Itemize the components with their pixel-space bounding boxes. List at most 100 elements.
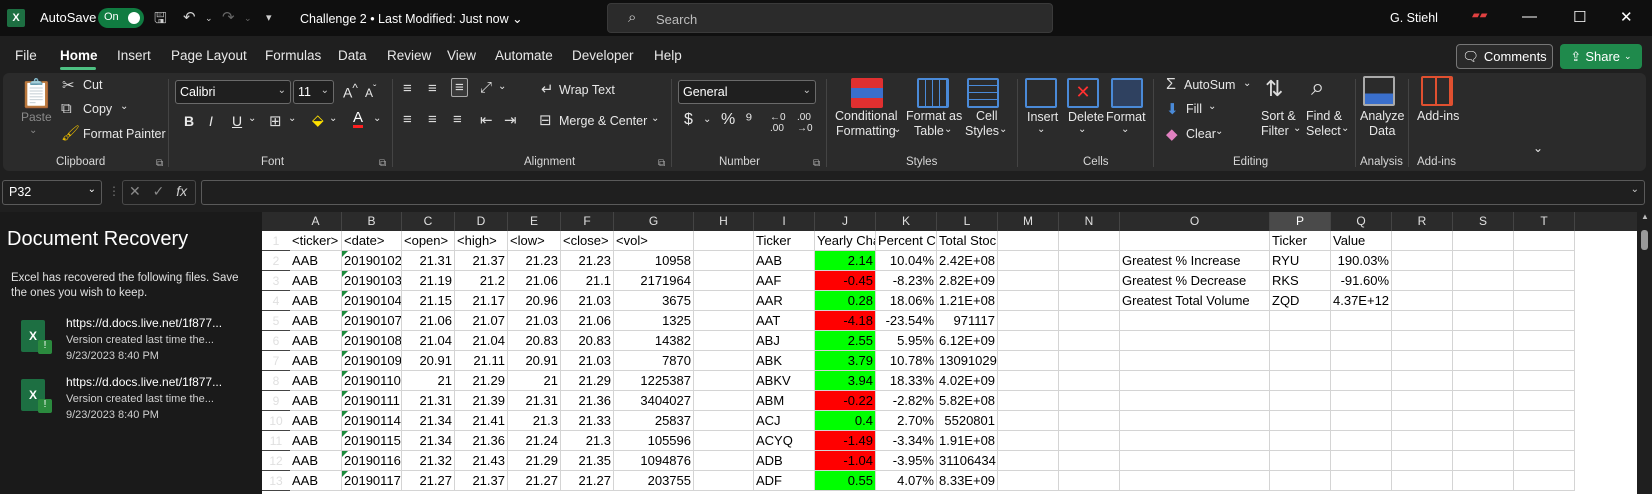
empty-cell[interactable]: [1453, 331, 1514, 351]
tab-page-layout[interactable]: Page Layout: [171, 48, 247, 63]
cell[interactable]: 3.94: [815, 371, 876, 391]
empty-cell[interactable]: [694, 371, 754, 391]
format-cells-button[interactable]: Format: [1106, 110, 1146, 124]
empty-cell[interactable]: [1514, 371, 1575, 391]
cell[interactable]: AAB: [290, 391, 342, 411]
empty-cell[interactable]: [1270, 351, 1331, 371]
cell[interactable]: AAB: [290, 331, 342, 351]
insert-cells-button[interactable]: Insert: [1027, 110, 1058, 124]
cell[interactable]: 1094876: [614, 451, 694, 471]
empty-cell[interactable]: [1514, 271, 1575, 291]
cell[interactable]: 21.32: [402, 451, 455, 471]
empty-cell[interactable]: [694, 251, 754, 271]
decrease-font-icon[interactable]: Aˇ: [365, 84, 376, 100]
number-format-select[interactable]: General ⌄: [678, 80, 816, 104]
cell[interactable]: AAB: [290, 311, 342, 331]
empty-cell[interactable]: [1514, 451, 1575, 471]
bold-icon[interactable]: B: [184, 113, 194, 129]
cell[interactable]: 3404027: [614, 391, 694, 411]
cell[interactable]: 21.27: [508, 471, 561, 491]
cell[interactable]: 21.31: [402, 391, 455, 411]
empty-cell[interactable]: [1059, 311, 1120, 331]
cell[interactable]: ABJ: [754, 331, 815, 351]
cell[interactable]: 21.31: [402, 251, 455, 271]
cell[interactable]: 5.95%: [876, 331, 937, 351]
search-input[interactable]: Search: [656, 12, 697, 27]
insert-function-icon[interactable]: fx: [176, 183, 187, 199]
cell[interactable]: <vol>: [614, 231, 694, 251]
empty-cell[interactable]: [694, 431, 754, 451]
empty-cell[interactable]: [1453, 431, 1514, 451]
cell[interactable]: 1.21E+08: [937, 291, 998, 311]
align-left-icon[interactable]: ≡: [403, 111, 412, 128]
expand-formula-icon[interactable]: ⌄: [1631, 184, 1639, 195]
decrease-indent-icon[interactable]: ⇤: [480, 111, 493, 129]
avatar[interactable]: ▰▰: [1472, 10, 1494, 24]
cell[interactable]: 21.37: [455, 471, 508, 491]
empty-cell[interactable]: [998, 391, 1059, 411]
orientation-dropdown-icon[interactable]: ⌄: [498, 81, 506, 92]
cell[interactable]: Percent Ch: [876, 231, 937, 251]
cell[interactable]: 21.04: [402, 331, 455, 351]
cell[interactable]: ADF: [754, 471, 815, 491]
empty-cell[interactable]: [1270, 311, 1331, 331]
cell[interactable]: 20190104: [342, 291, 402, 311]
empty-cell[interactable]: [1392, 331, 1453, 351]
cell[interactable]: 5520801: [937, 411, 998, 431]
cell[interactable]: Value: [1331, 231, 1392, 251]
empty-cell[interactable]: [1059, 471, 1120, 491]
column-header-c[interactable]: C: [402, 212, 455, 231]
add-ins-button[interactable]: Add-ins: [1417, 109, 1459, 123]
cell[interactable]: 21.1: [561, 271, 614, 291]
font-size-select[interactable]: 11 ⌄: [293, 80, 334, 104]
empty-cell[interactable]: [694, 391, 754, 411]
align-middle-icon[interactable]: ≡: [428, 80, 437, 97]
format-as-table-sub-label[interactable]: Table: [914, 124, 944, 138]
empty-cell[interactable]: [1514, 331, 1575, 351]
cell[interactable]: AAB: [290, 471, 342, 491]
empty-cell[interactable]: [998, 451, 1059, 471]
cell[interactable]: 20190110: [342, 371, 402, 391]
increase-decimal-icon[interactable]: ←0.00: [770, 112, 786, 134]
formula-input[interactable]: ⌄: [201, 180, 1645, 205]
empty-cell[interactable]: [1331, 411, 1392, 431]
tab-formulas[interactable]: Formulas: [265, 48, 321, 63]
cell[interactable]: AAR: [754, 291, 815, 311]
cell[interactable]: 14382: [614, 331, 694, 351]
orientation-icon[interactable]: ⤢: [480, 79, 492, 96]
empty-cell[interactable]: [1331, 451, 1392, 471]
cell-styles-sub-label[interactable]: Styles: [965, 124, 999, 138]
conditional-formatting-sub-label[interactable]: Formatting: [836, 124, 896, 138]
empty-cell[interactable]: [1120, 431, 1270, 451]
empty-cell[interactable]: [1514, 391, 1575, 411]
cell[interactable]: 21.15: [402, 291, 455, 311]
cell[interactable]: 20190111: [342, 391, 402, 411]
cell[interactable]: 1.91E+08: [937, 431, 998, 451]
empty-cell[interactable]: [1514, 291, 1575, 311]
cell[interactable]: 21.39: [455, 391, 508, 411]
cell[interactable]: AAB: [290, 451, 342, 471]
cell[interactable]: 21.33: [561, 411, 614, 431]
copy-dropdown-icon[interactable]: ⌄: [120, 101, 128, 112]
redo-icon[interactable]: ↷: [222, 8, 235, 26]
cell[interactable]: AAB: [290, 251, 342, 271]
empty-cell[interactable]: [1392, 431, 1453, 451]
row-header-8[interactable]: 8: [262, 371, 290, 391]
empty-cell[interactable]: [1331, 311, 1392, 331]
empty-cell[interactable]: [1392, 271, 1453, 291]
cell[interactable]: <open>: [402, 231, 455, 251]
cell[interactable]: -4.18: [815, 311, 876, 331]
merge-center-button[interactable]: Merge & Center: [559, 114, 647, 128]
cell[interactable]: 6.12E+09: [937, 331, 998, 351]
cell[interactable]: 8.33E+09: [937, 471, 998, 491]
cell[interactable]: 21.3: [508, 411, 561, 431]
cell[interactable]: 3675: [614, 291, 694, 311]
clear-dropdown-icon[interactable]: ⌄: [1215, 126, 1223, 137]
tab-help[interactable]: Help: [654, 48, 682, 63]
cell[interactable]: 21.06: [402, 311, 455, 331]
empty-cell[interactable]: [1270, 451, 1331, 471]
empty-cell[interactable]: [1270, 391, 1331, 411]
cell[interactable]: Yearly Cha: [815, 231, 876, 251]
analyze-data-label[interactable]: Analyze: [1360, 109, 1404, 123]
empty-cell[interactable]: [1392, 471, 1453, 491]
